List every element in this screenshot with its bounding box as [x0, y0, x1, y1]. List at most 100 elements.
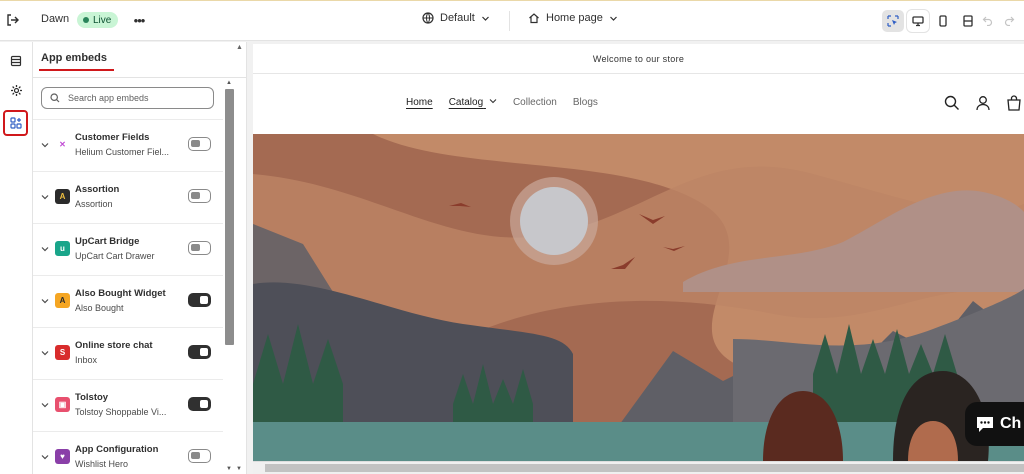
nav-link-catalog-label: Catalog — [448, 97, 484, 108]
nav-link-blogs[interactable]: Blogs — [573, 97, 598, 108]
scroll-up-icon[interactable]: ▲ — [226, 80, 232, 86]
desktop-view-button[interactable] — [907, 10, 929, 32]
nav-link-catalog[interactable]: Catalog — [449, 97, 497, 108]
inspector-button[interactable] — [882, 10, 904, 32]
embed-row[interactable]: ♥ App Configuration Wishlist Hero — [33, 431, 223, 474]
mobile-view-button[interactable] — [932, 10, 954, 32]
search-placeholder: Search app embeds — [68, 93, 149, 103]
horizontal-scrollbar[interactable] — [253, 461, 1024, 474]
embed-name: Tolstoy — [75, 392, 109, 403]
scrollbar-thumb[interactable] — [225, 89, 234, 345]
toggle-knob — [200, 400, 208, 408]
embed-row[interactable]: S Online store chat Inbox — [33, 327, 223, 379]
hero-banner-image — [253, 134, 1024, 461]
store-preview: Welcome to our store Home Catalog Collec… — [253, 44, 1024, 474]
embed-toggle[interactable] — [188, 241, 211, 255]
chevron-down-icon[interactable] — [40, 348, 50, 358]
app-embeds-icon[interactable] — [7, 114, 25, 132]
cart-icon[interactable] — [1006, 95, 1022, 111]
title-underline — [39, 69, 114, 71]
chevron-down-icon[interactable] — [40, 140, 50, 150]
embed-name: App Configuration — [75, 444, 159, 455]
scroll-up-icon[interactable]: ▲ — [236, 44, 243, 51]
embed-row[interactable]: ✕ Customer Fields Helium Customer Fiel..… — [33, 119, 223, 171]
embed-row[interactable]: A Assortion Assortion — [33, 171, 223, 223]
scroll-down-icon[interactable]: ▼ — [236, 466, 242, 472]
scrollbar-thumb[interactable] — [265, 464, 1024, 472]
template-selector[interactable]: Default — [422, 12, 490, 24]
desktop-icon — [912, 16, 924, 27]
embed-name: Customer Fields — [75, 132, 150, 143]
embed-row[interactable]: u UpCart Bridge UpCart Cart Drawer — [33, 223, 223, 275]
toggle-knob — [191, 452, 200, 459]
cursor-select-icon — [887, 15, 899, 27]
chevron-down-icon[interactable] — [40, 296, 50, 306]
editor-rail — [0, 42, 33, 474]
embed-row[interactable]: ▣ Tolstoy Tolstoy Shoppable Vi... — [33, 379, 223, 431]
fullscreen-view-button[interactable] — [957, 10, 979, 32]
nav-link-collection[interactable]: Collection — [513, 97, 557, 108]
nav-link-home[interactable]: Home — [406, 97, 433, 108]
chevron-down-icon[interactable] — [40, 244, 50, 254]
undo-icon[interactable] — [982, 13, 993, 31]
template-label: Default — [440, 12, 475, 24]
embed-row[interactable]: A Also Bought Widget Also Bought — [33, 275, 223, 327]
embed-app-name: Inbox — [75, 355, 98, 365]
chevron-down-icon — [489, 99, 497, 104]
app-logo-icon: A — [55, 293, 70, 308]
app-logo-icon: ♥ — [55, 449, 70, 464]
embed-app-name: Assortion — [75, 199, 113, 209]
panel-title: App embeds — [41, 52, 108, 64]
embed-toggle[interactable] — [188, 137, 211, 151]
divider — [33, 77, 247, 78]
embed-toggle[interactable] — [188, 293, 211, 307]
toggle-knob — [191, 192, 200, 199]
embed-app-name: Helium Customer Fiel... — [75, 147, 170, 157]
chevron-down-icon — [481, 16, 489, 21]
more-actions-button[interactable]: ••• — [131, 11, 147, 29]
redo-icon[interactable] — [1004, 13, 1015, 31]
status-badge: Live — [77, 12, 119, 28]
account-icon[interactable] — [975, 95, 991, 111]
settings-icon[interactable] — [7, 81, 25, 99]
toggle-knob — [200, 296, 208, 304]
app-logo-icon: ▣ — [55, 397, 70, 412]
mobile-icon — [939, 15, 947, 27]
scroll-down-icon[interactable]: ▼ — [226, 466, 232, 472]
embed-name: Also Bought Widget — [75, 288, 166, 299]
search-icon[interactable] — [944, 95, 960, 111]
embed-app-name: Also Bought — [75, 303, 124, 313]
top-bar: Dawn Live ••• Default Home page — [0, 0, 1024, 41]
toggle-knob — [200, 348, 208, 356]
embed-app-name: Tolstoy Shoppable Vi... — [75, 407, 167, 417]
home-icon — [529, 13, 539, 24]
embed-toggle[interactable] — [188, 449, 211, 463]
search-icon — [50, 93, 60, 103]
chat-button[interactable]: Ch — [965, 402, 1024, 446]
search-input[interactable]: Search app embeds — [41, 87, 214, 109]
embed-name: Online store chat — [75, 340, 153, 351]
app-logo-icon: S — [55, 345, 70, 360]
embed-toggle[interactable] — [188, 189, 211, 203]
app-embeds-panel: App embeds ▲ Search app embeds ✕ Custome… — [33, 42, 247, 474]
embed-name: Assortion — [75, 184, 120, 195]
app-logo-icon: ✕ — [55, 137, 70, 152]
announcement-bar: Welcome to our store — [253, 44, 1024, 74]
embed-toggle[interactable] — [188, 345, 211, 359]
chevron-down-icon[interactable] — [40, 452, 50, 462]
embed-app-name: UpCart Cart Drawer — [75, 251, 155, 261]
sections-icon[interactable] — [7, 52, 25, 70]
app-logo-icon: A — [55, 189, 70, 204]
page-selector[interactable]: Home page — [528, 12, 618, 24]
view-mode-group — [882, 10, 979, 34]
embed-toggle[interactable] — [188, 397, 211, 411]
header-nav: Home Catalog Collection Blogs — [406, 97, 598, 108]
toggle-knob — [191, 244, 200, 251]
fullscreen-icon — [963, 15, 973, 27]
exit-icon[interactable] — [6, 11, 24, 29]
chevron-down-icon[interactable] — [40, 400, 50, 410]
status-dot-icon — [83, 17, 89, 23]
chevron-down-icon[interactable] — [40, 192, 50, 202]
chat-icon — [977, 417, 993, 432]
app-logo-icon: u — [55, 241, 70, 256]
